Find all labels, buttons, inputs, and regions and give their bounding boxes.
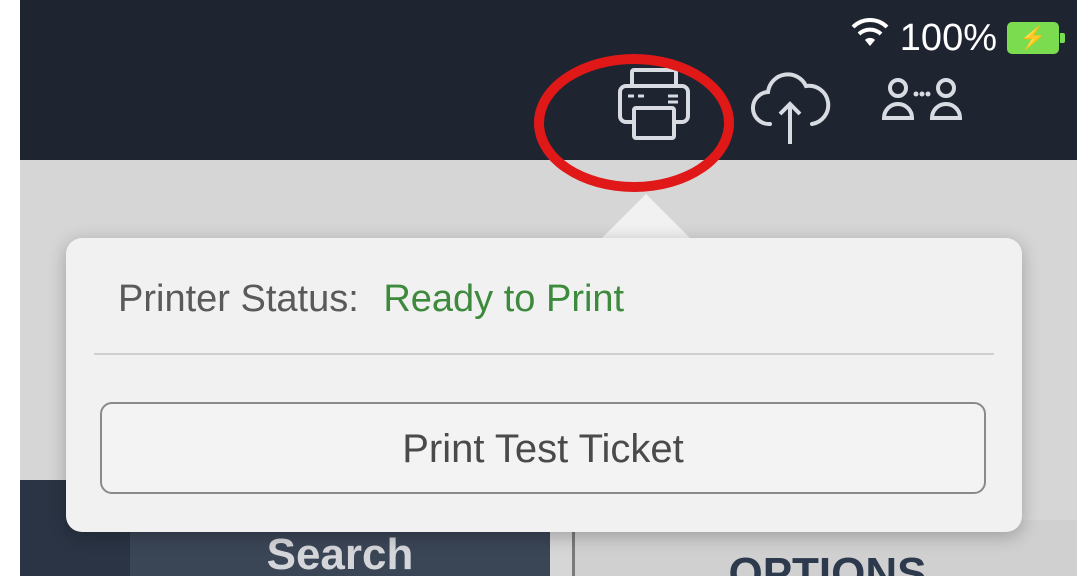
printer-status-line: Printer Status: Ready to Print xyxy=(118,278,624,321)
battery-percent: 100% xyxy=(899,16,997,59)
connected-users-icon[interactable] xyxy=(880,64,964,148)
printer-status-popover: Printer Status: Ready to Print Print Tes… xyxy=(66,238,1022,532)
app-screen: 100% ⚡ Search OPTIONS Printer Status: Re… xyxy=(20,0,1077,576)
wifi-icon xyxy=(850,16,890,60)
printer-status-label: Printer Status: xyxy=(118,278,359,320)
status-bar: 100% ⚡ xyxy=(850,16,1065,60)
cloud-upload-icon[interactable] xyxy=(748,64,832,148)
battery-tip xyxy=(1060,33,1065,43)
search-button[interactable]: Search xyxy=(130,525,550,576)
popover-divider xyxy=(94,353,994,355)
charging-battery-icon: ⚡ xyxy=(1007,22,1059,54)
printer-status-value: Ready to Print xyxy=(383,278,625,320)
popover-arrow xyxy=(600,194,692,240)
highlight-ring xyxy=(534,54,734,192)
print-test-ticket-button[interactable]: Print Test Ticket xyxy=(100,402,986,494)
